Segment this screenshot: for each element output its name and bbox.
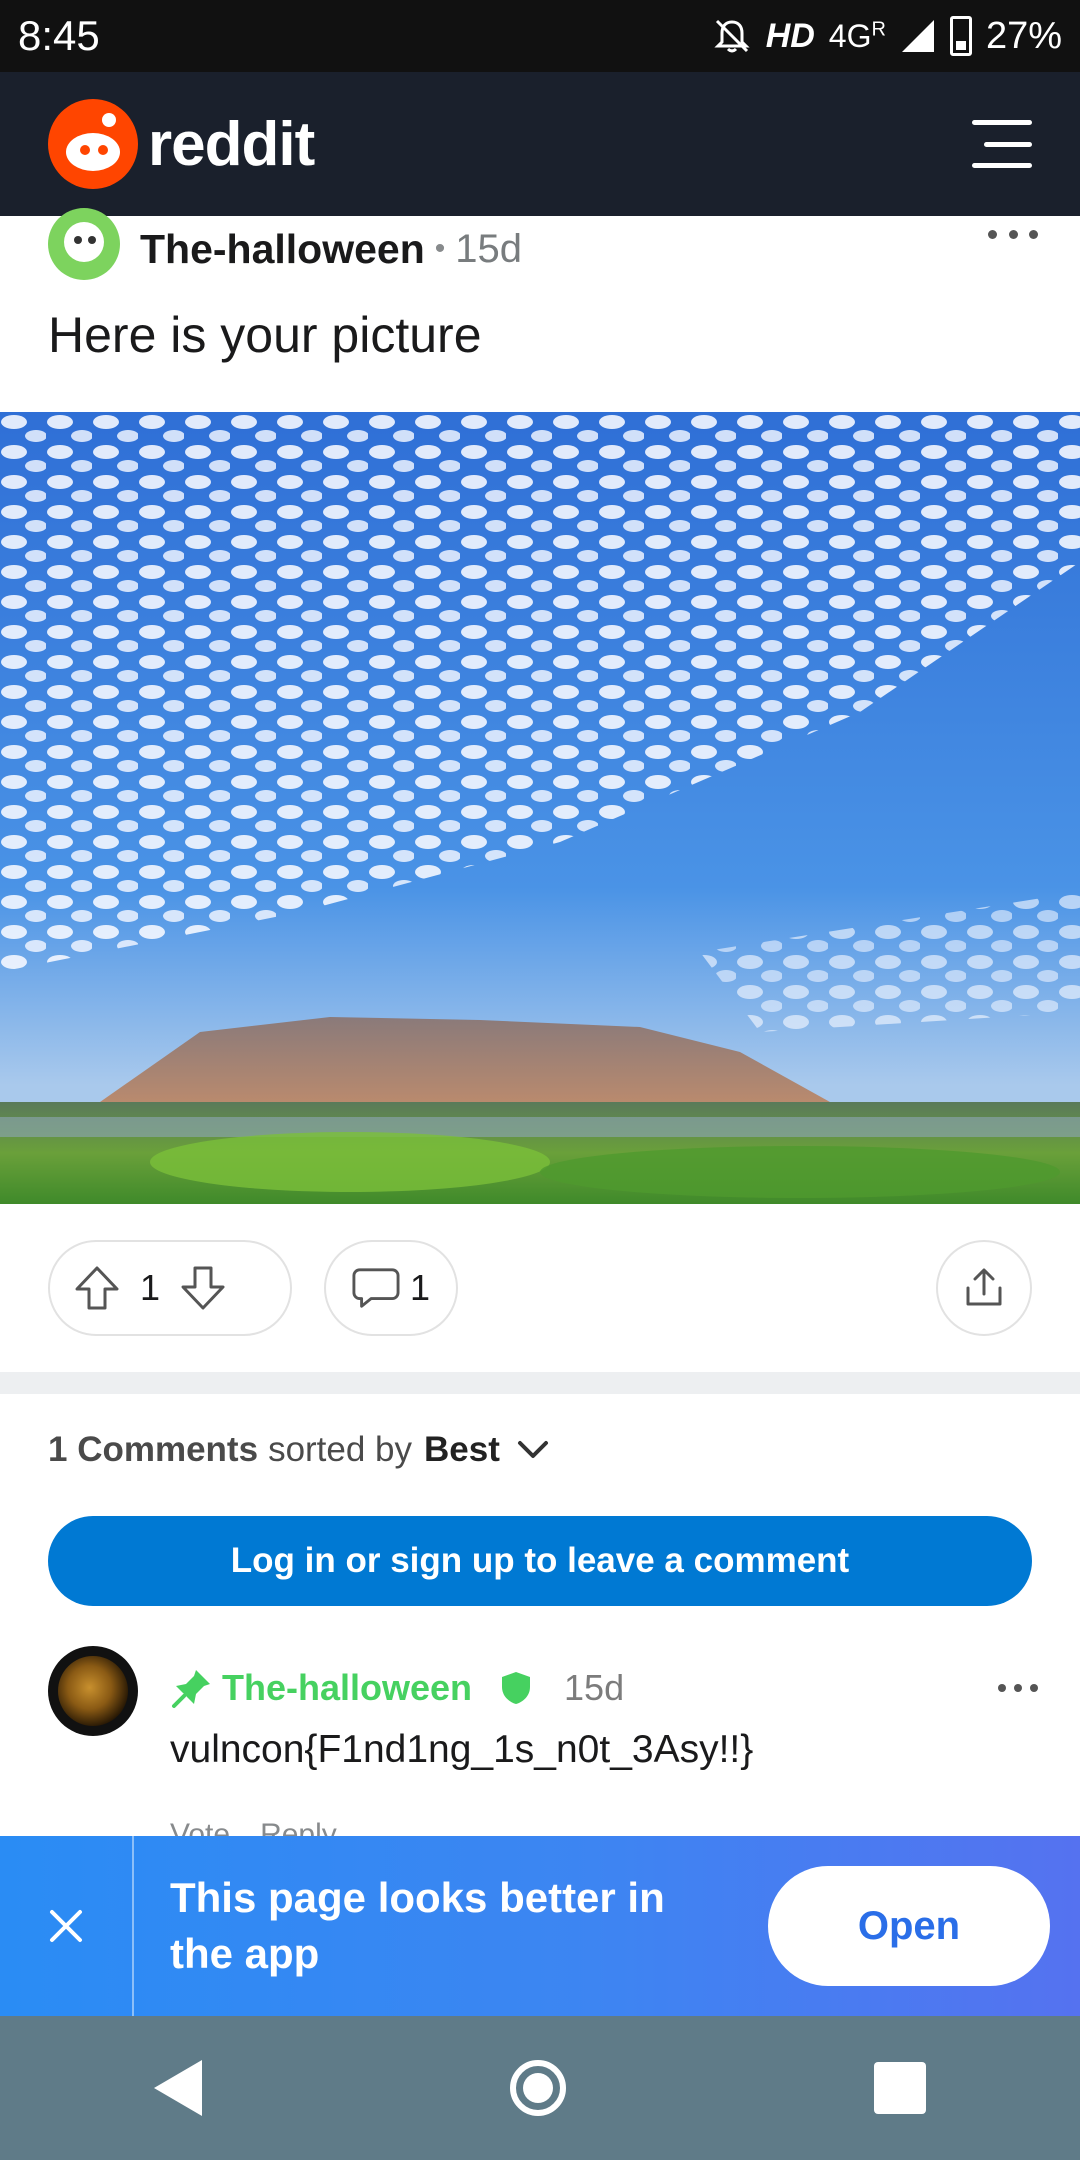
avatar[interactable]	[48, 208, 120, 280]
comment-age: 15d	[564, 1667, 625, 1708]
vote-control: 1	[48, 1240, 292, 1336]
vote-count: 1	[140, 1267, 161, 1308]
post-age: 15d	[455, 226, 523, 271]
landscape-image	[0, 412, 1080, 1204]
banner-close-button[interactable]	[0, 1836, 134, 2016]
open-in-app-banner: This page looks better in the app Open	[0, 1836, 1080, 2016]
status-icons: HD 4GR 27%	[712, 15, 1062, 58]
more-icon[interactable]	[998, 1684, 1038, 1692]
comment-count: 1	[409, 1267, 430, 1308]
downvote-icon[interactable]	[178, 1263, 228, 1313]
open-app-button[interactable]: Open	[768, 1866, 1050, 1986]
share-icon	[966, 1268, 1002, 1306]
share-button[interactable]	[936, 1240, 1032, 1336]
sort-value[interactable]: Best	[424, 1430, 500, 1470]
close-icon	[50, 1910, 82, 1942]
post-meta: The-halloween • 15d	[48, 208, 1038, 282]
back-icon[interactable]	[154, 2060, 202, 2116]
system-nav-bar	[0, 2016, 1080, 2160]
section-divider	[0, 1372, 1080, 1394]
post-actions: 1 1	[48, 1240, 1032, 1336]
comments-button[interactable]: 1	[324, 1240, 458, 1336]
home-icon[interactable]	[510, 2060, 566, 2116]
reddit-logo-icon[interactable]	[48, 99, 138, 189]
comment-meta: The-halloween 15d	[170, 1666, 1038, 1710]
comment-author[interactable]: The-halloween	[222, 1667, 472, 1709]
comment-total: 1 Comments	[48, 1430, 259, 1469]
network-hd: HD	[765, 16, 815, 55]
post-title[interactable]: Here is your picture	[48, 306, 482, 364]
status-time: 8:45	[18, 12, 100, 59]
mute-icon	[714, 19, 750, 53]
pin-icon	[172, 1670, 210, 1708]
comment-text: vulncon{F1nd1ng_1s_n0t_3Asy!!}	[170, 1728, 754, 1771]
banner-message: This page looks better in the app	[170, 1874, 665, 1977]
logo-wordmark[interactable]: reddit	[148, 109, 315, 180]
upvote-icon[interactable]	[72, 1263, 122, 1313]
login-to-comment-button[interactable]: Log in or sign up to leave a comment	[48, 1516, 1032, 1606]
status-bar: 8:45 HD 4GR 27%	[0, 0, 1080, 72]
more-icon[interactable]	[988, 224, 1038, 244]
post-author[interactable]: The-halloween	[140, 226, 425, 273]
signal-icon	[901, 20, 934, 52]
comment-icon	[352, 1268, 400, 1308]
battery-percent: 27%	[985, 14, 1062, 57]
recents-icon[interactable]	[874, 2062, 926, 2114]
network-type-label: 4G	[828, 17, 872, 54]
sorted-by-label: sorted by	[268, 1430, 413, 1469]
meta-separator: •	[434, 232, 446, 265]
battery-icon	[949, 16, 972, 56]
comment-item: The-halloween 15d vulncon{F1nd1ng_1s_n0t…	[48, 1646, 1038, 1851]
menu-icon[interactable]	[972, 120, 1032, 168]
post-image[interactable]	[0, 412, 1080, 1204]
shield-icon	[502, 1672, 531, 1704]
avatar[interactable]	[48, 1646, 138, 1736]
chevron-down-icon[interactable]	[516, 1438, 550, 1462]
app-header: reddit	[0, 72, 1080, 216]
network-type: 4GR	[829, 18, 886, 55]
comments-sort-bar[interactable]: 1 Comments sorted by Best	[48, 1430, 550, 1470]
roaming-indicator: R	[871, 17, 886, 40]
